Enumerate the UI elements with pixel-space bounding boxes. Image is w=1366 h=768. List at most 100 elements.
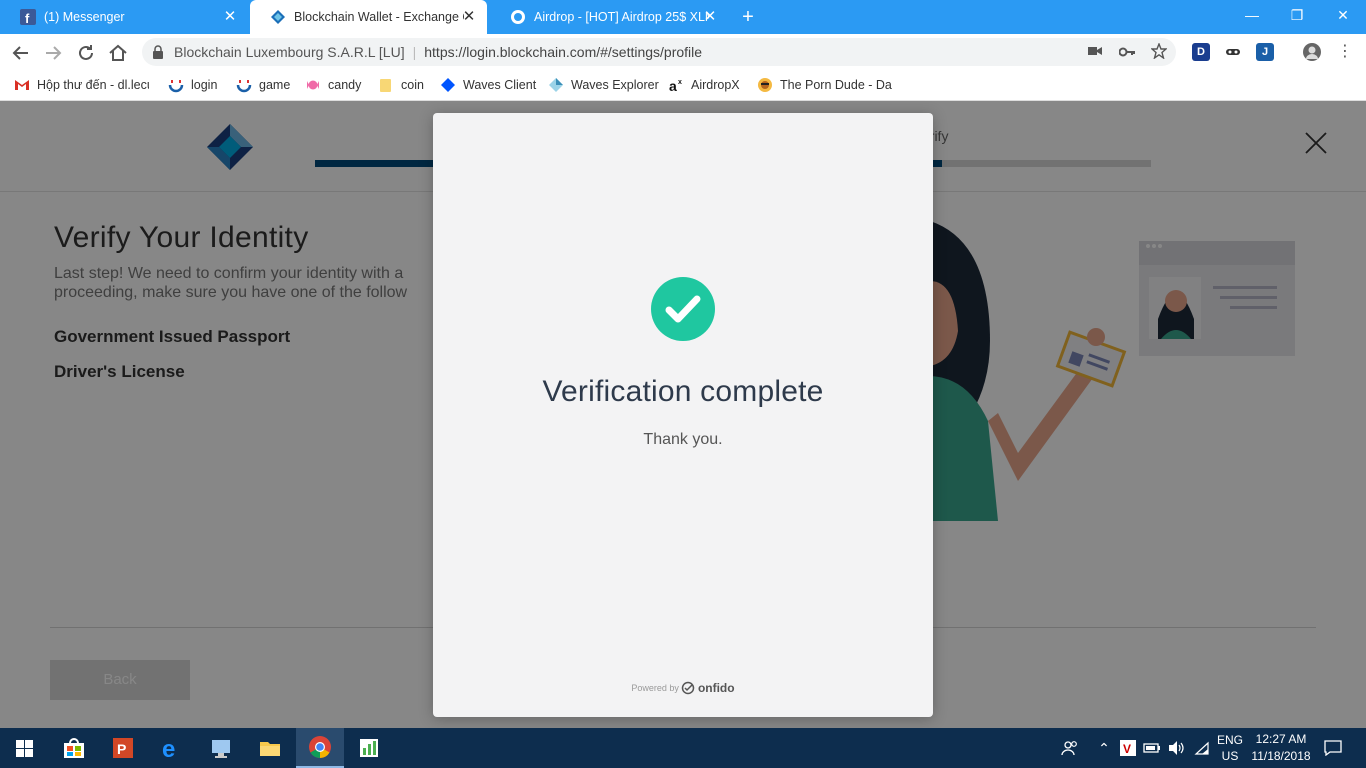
address-bar[interactable]: Blockchain Luxembourg S.A.R.L [LU] | htt…	[142, 38, 1176, 66]
key-icon[interactable]	[1118, 43, 1136, 61]
svg-text:f: f	[25, 11, 30, 25]
tab-title: Airdrop - [HOT] Airdrop 25$ XLM	[534, 10, 709, 24]
antivirus-icon[interactable]: V	[1119, 728, 1137, 768]
tab-close-button[interactable]: ✕	[222, 9, 238, 25]
verification-modal: Verification complete Thank you. Powered…	[433, 113, 933, 717]
site-owner: Blockchain Luxembourg S.A.R.L [LU]	[174, 44, 405, 60]
taskbar-powerpoint[interactable]: P	[99, 728, 147, 768]
tab-strip: f (1) Messenger ✕ Blockchain Wallet - Ex…	[0, 0, 1366, 34]
waves-explorer-icon	[549, 78, 563, 92]
tab-close-button[interactable]: ✕	[702, 9, 718, 25]
bookmark-label: The Porn Dude - Dar	[780, 78, 892, 92]
bookmark-label: coin	[401, 78, 424, 92]
taskbar-store[interactable]	[50, 728, 98, 768]
chart-app-icon	[360, 739, 378, 757]
bookmark-label: candy	[328, 78, 362, 92]
forward-arrow-icon[interactable]	[41, 41, 65, 65]
camera-icon[interactable]	[1086, 43, 1104, 61]
notifications-icon[interactable]	[1318, 728, 1348, 768]
smile-icon	[168, 80, 184, 93]
tab-blockchain-wallet[interactable]: Blockchain Wallet - Exchange Cry ✕	[250, 0, 487, 34]
extension-mask-icon[interactable]	[1224, 43, 1242, 61]
volume-icon[interactable]	[1166, 728, 1186, 768]
svg-text:P: P	[117, 741, 126, 757]
tab-title: Blockchain Wallet - Exchange Cry	[294, 10, 464, 24]
chrome-icon	[309, 736, 331, 758]
folder-icon	[260, 742, 280, 756]
taskbar-network-app[interactable]	[197, 728, 245, 768]
windows-icon	[15, 739, 33, 757]
facebook-icon: f	[20, 9, 36, 25]
profile-avatar-icon[interactable]	[1303, 43, 1321, 61]
onfido-check-icon	[681, 681, 695, 695]
address-separator: |	[412, 44, 417, 60]
back-arrow-icon[interactable]	[9, 41, 33, 65]
bookmark-item[interactable]: The Porn Dude - Dar	[757, 76, 892, 94]
airdropx-icon: ax	[669, 78, 682, 93]
new-tab-button[interactable]: +	[737, 6, 759, 28]
svg-text:x: x	[678, 79, 682, 86]
bookmark-label: Waves Client	[463, 78, 537, 92]
bookmark-item[interactable]: coin	[378, 76, 424, 94]
start-button[interactable]	[0, 728, 48, 768]
region-code: US	[1221, 749, 1239, 763]
powered-by-text: Powered by	[631, 683, 679, 693]
window-close-button[interactable]: ✕	[1320, 0, 1366, 30]
tab-close-button[interactable]: ✕	[461, 9, 477, 25]
minimize-button[interactable]: —	[1229, 0, 1275, 30]
candy-icon	[307, 80, 319, 90]
home-icon[interactable]	[106, 41, 130, 65]
bookmark-label: game	[259, 78, 291, 92]
bookmark-item[interactable]: login	[168, 76, 217, 94]
maximize-button[interactable]: ❐	[1274, 0, 1320, 30]
tab-messenger[interactable]: f (1) Messenger ✕	[0, 0, 248, 34]
language-indicator[interactable]: ENG US	[1212, 728, 1248, 768]
powerpoint-icon: P	[113, 738, 133, 758]
browser-toolbar: Blockchain Luxembourg S.A.R.L [LU] | htt…	[0, 34, 1366, 70]
svg-text:a: a	[669, 78, 677, 93]
bookmark-star-icon[interactable]	[1150, 42, 1168, 61]
people-icon[interactable]	[1058, 728, 1082, 768]
bookmark-label: Hộp thư đến - dl.lecu	[37, 78, 149, 92]
airdrop-icon	[511, 10, 525, 24]
edge-icon: e	[162, 736, 175, 760]
computer-icon	[212, 740, 230, 758]
bookmark-item[interactable]: Waves Client	[440, 76, 536, 94]
wifi-icon[interactable]	[1192, 728, 1212, 768]
bookmark-label: login	[191, 78, 218, 92]
gmail-icon	[15, 80, 29, 90]
windows-taskbar: P e ⌃ V ENG US 12:27 AM 11/18/2018	[0, 728, 1366, 768]
menu-dots-icon[interactable]: ⋮	[1336, 43, 1354, 61]
taskbar-clock[interactable]: 12:27 AM 11/18/2018	[1248, 728, 1314, 768]
bookmark-item[interactable]: ax AirdropX	[668, 76, 740, 94]
bookmark-label: AirdropX	[691, 78, 740, 92]
folder-icon	[380, 79, 391, 92]
battery-icon[interactable]	[1142, 728, 1162, 768]
tab-airdrop[interactable]: Airdrop - [HOT] Airdrop 25$ XLM ✕	[490, 0, 728, 34]
extension-d-icon[interactable]: D	[1192, 43, 1210, 61]
bookmark-item[interactable]: game	[236, 76, 290, 94]
modal-subtitle: Thank you.	[643, 431, 723, 448]
powered-by-onfido[interactable]: Powered by onfido	[433, 681, 933, 695]
tab-title: (1) Messenger	[44, 10, 125, 24]
svg-text:V: V	[1123, 742, 1131, 756]
modal-title: Verification complete	[542, 375, 824, 408]
blockchain-icon	[271, 10, 285, 24]
lock-icon	[153, 45, 163, 59]
clock-date: 11/18/2018	[1251, 749, 1311, 763]
bookmark-item[interactable]: candy	[305, 76, 361, 94]
url-text: https://login.blockchain.com/#/settings/…	[424, 44, 703, 60]
bookmark-item[interactable]: Hộp thư đến - dl.lecu	[14, 76, 149, 94]
tray-chevron-up-icon[interactable]: ⌃	[1094, 728, 1114, 768]
bookmark-item[interactable]: Waves Explorer	[548, 76, 659, 94]
taskbar-chart-app[interactable]	[345, 728, 393, 768]
extension-j-icon[interactable]: J	[1256, 43, 1274, 61]
smile-icon	[236, 80, 252, 93]
reload-icon[interactable]	[74, 41, 98, 65]
taskbar-file-explorer[interactable]	[246, 728, 294, 768]
porndude-icon	[758, 78, 772, 92]
bookmark-label: Waves Explorer	[571, 78, 659, 92]
onfido-brand: onfido	[697, 681, 735, 695]
taskbar-chrome[interactable]	[296, 728, 344, 768]
taskbar-edge[interactable]: e	[148, 728, 196, 768]
